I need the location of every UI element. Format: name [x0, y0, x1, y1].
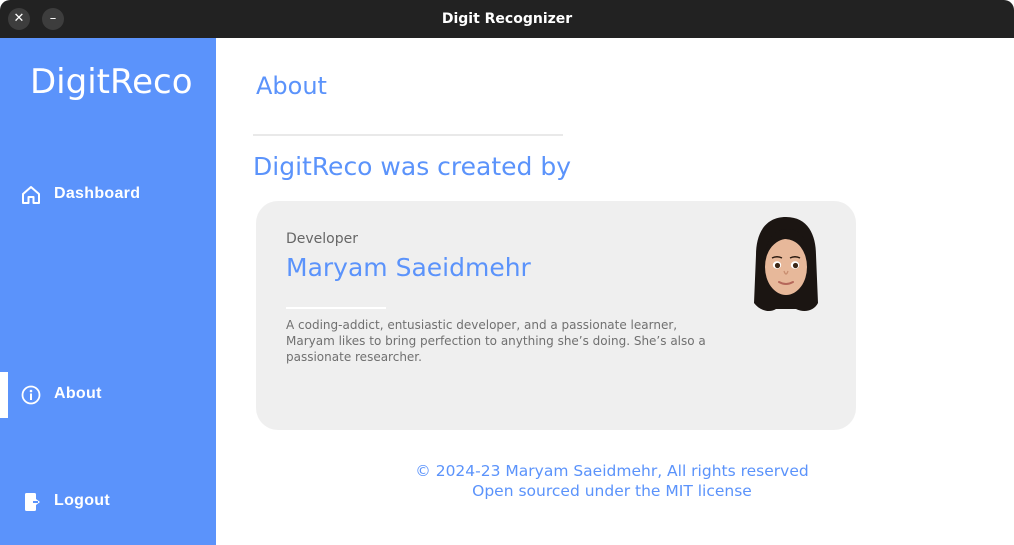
- sidebar-item-dashboard[interactable]: Dashboard: [0, 172, 216, 218]
- app-window: ✕ – Digit Recognizer DigitReco Dashboard: [0, 0, 1014, 545]
- home-icon: [20, 184, 42, 206]
- window-title: Digit Recognizer: [441, 11, 573, 27]
- sidebar-item-label: About: [54, 385, 102, 402]
- card-divider: [286, 307, 386, 309]
- avatar: [746, 213, 826, 317]
- main-content: About DigitReco was created by Developer…: [216, 38, 1014, 545]
- developer-name: Maryam Saeidmehr: [286, 253, 531, 282]
- developer-role: Developer: [286, 231, 359, 247]
- developer-card: Developer Maryam Saeidmehr A coding-addi…: [256, 201, 856, 430]
- developer-bio: A coding-addict, entusiastic developer, …: [286, 318, 706, 364]
- sidebar-item-label: Dashboard: [54, 185, 141, 202]
- sidebar-item-about[interactable]: About: [0, 372, 216, 418]
- logout-icon: [20, 491, 42, 513]
- footer-license: Open sourced under the MIT license: [472, 482, 752, 500]
- title-bar: ✕ – Digit Recognizer: [0, 0, 1014, 38]
- sidebar-item-logout[interactable]: Logout: [0, 479, 216, 525]
- active-indicator: [0, 372, 8, 418]
- page-title: About: [256, 72, 327, 100]
- sidebar-item-label: Logout: [54, 492, 110, 509]
- info-icon: [20, 384, 42, 406]
- footer-copyright: © 2024-23 Maryam Saeidmehr, All rights r…: [415, 462, 809, 480]
- section-title: DigitReco was created by: [253, 152, 572, 181]
- title-divider: [253, 134, 563, 136]
- brand-title: DigitReco: [30, 62, 193, 102]
- memoji-avatar-icon: [754, 217, 818, 311]
- sidebar: DigitReco Dashboard About Logout: [0, 38, 216, 545]
